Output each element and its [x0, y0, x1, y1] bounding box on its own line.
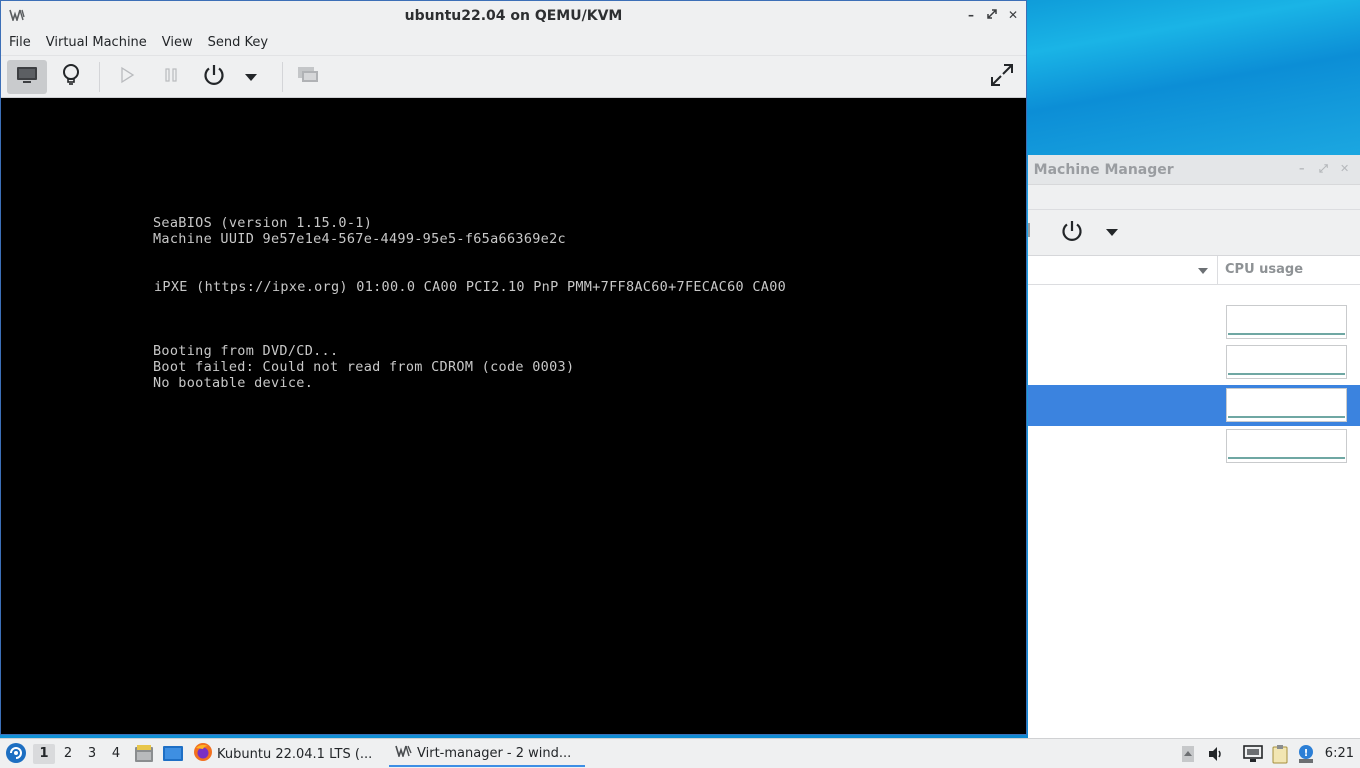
power-icon[interactable] — [1060, 219, 1084, 247]
menu-send-key[interactable]: Send Key — [200, 35, 275, 50]
snapshot-icon — [297, 66, 319, 88]
volume-icon[interactable] — [1206, 744, 1226, 764]
vm-list-header: CPU usage — [1028, 256, 1360, 285]
console-line: iPXE (https://ipxe.org) 01:00.0 CA00 PCI… — [154, 279, 787, 295]
menu-virtual-machine[interactable]: Virtual Machine — [38, 35, 154, 50]
console-line: Booting from DVD/CD... — [153, 343, 339, 359]
power-icon — [202, 63, 226, 91]
vm-manager-toolbar — [1028, 210, 1360, 256]
vm-manager-titlebar[interactable]: l Machine Manager – ⤢ ✕ — [1028, 155, 1360, 185]
vm-row-selected[interactable] — [1028, 385, 1360, 426]
window-title: ubuntu22.04 on QEMU/KVM — [404, 7, 623, 24]
menu-file[interactable]: File — [1, 35, 38, 50]
vm-console-display[interactable]: SeaBIOS (version 1.15.0-1) Machine UUID … — [1, 98, 1026, 734]
window-titlebar[interactable]: ubuntu22.04 on QEMU/KVM – ✕ — [1, 1, 1026, 30]
notifications-icon[interactable]: ! — [1296, 744, 1316, 764]
cpu-usage-graph — [1226, 388, 1347, 422]
fullscreen-button[interactable] — [982, 60, 1022, 94]
file-manager-icon[interactable] — [134, 744, 154, 768]
application-launcher-icon[interactable] — [5, 742, 27, 768]
column-cpu-usage[interactable]: CPU usage — [1217, 256, 1360, 284]
console-button[interactable] — [7, 60, 47, 94]
pause-icon — [164, 67, 178, 87]
vm-manager-window[interactable]: l Machine Manager – ⤢ ✕ CPU usage — [1028, 155, 1360, 738]
tray-expander-icon[interactable] — [1178, 744, 1198, 764]
console-line: No bootable device. — [153, 375, 314, 391]
task-firefox[interactable]: Kubuntu 22.04.1 LTS (... — [193, 741, 372, 767]
workspace-2[interactable]: 2 — [57, 744, 79, 764]
pause-button[interactable] — [151, 60, 191, 94]
minimize-icon[interactable]: – — [962, 6, 980, 24]
workspace-4[interactable]: 4 — [105, 744, 127, 764]
task-virt-manager[interactable]: Virt-manager - 2 wind... — [389, 741, 585, 767]
task-label: Virt-manager - 2 wind... — [417, 745, 572, 761]
play-icon — [119, 66, 135, 88]
vm-manager-menubar — [1028, 185, 1360, 210]
vm-row[interactable] — [1028, 301, 1360, 342]
chevron-down-icon — [245, 73, 257, 81]
fullscreen-icon — [989, 62, 1015, 92]
shutdown-button[interactable] — [194, 60, 234, 94]
close-icon[interactable]: ✕ — [1004, 6, 1022, 24]
task-label: Kubuntu 22.04.1 LTS (... — [217, 746, 373, 762]
show-desktop-icon[interactable] — [162, 744, 184, 768]
vm-row[interactable] — [1028, 342, 1360, 383]
firefox-icon — [193, 742, 213, 766]
close-icon[interactable]: ✕ — [1340, 162, 1349, 175]
console-line: Boot failed: Could not read from CDROM (… — [153, 359, 575, 375]
maximize-icon[interactable]: ⤢ — [1319, 162, 1328, 176]
run-button[interactable] — [107, 60, 147, 94]
virt-manager-icon[interactable] — [9, 9, 25, 23]
taskbar: 1 2 3 4 Kubuntu 22.04.1 LTS (... Virt-ma… — [0, 738, 1360, 768]
cpu-usage-graph — [1226, 429, 1347, 463]
vm-row[interactable] — [1028, 426, 1360, 467]
chevron-down-icon[interactable] — [1106, 229, 1118, 236]
menubar: File Virtual Machine View Send Key — [1, 30, 1026, 56]
sort-dropdown-icon[interactable] — [1198, 268, 1208, 274]
toolbar-separator — [282, 62, 283, 92]
shutdown-menu-button[interactable] — [233, 60, 269, 94]
details-button[interactable] — [51, 60, 91, 94]
maximize-icon[interactable] — [983, 6, 1001, 24]
vm-manager-title: l Machine Manager — [1028, 161, 1174, 178]
svg-text:!: ! — [1304, 748, 1309, 759]
cpu-usage-graph — [1226, 305, 1347, 339]
menu-view[interactable]: View — [154, 35, 200, 50]
monitor-icon — [16, 66, 38, 88]
snapshots-button[interactable] — [288, 60, 328, 94]
console-line: SeaBIOS (version 1.15.0-1) — [153, 215, 373, 231]
cpu-usage-graph — [1226, 345, 1347, 379]
virt-manager-icon — [395, 745, 413, 761]
workspace-1[interactable]: 1 — [33, 744, 55, 764]
workspace-3[interactable]: 3 — [81, 744, 103, 764]
console-line: Machine UUID 9e57e1e4-567e-4499-95e5-f65… — [153, 231, 566, 247]
pause-icon-partial[interactable] — [1028, 223, 1033, 237]
toolbar — [1, 56, 1026, 98]
minimize-icon[interactable]: – — [1299, 162, 1305, 175]
clock[interactable]: 6:21 — [1325, 739, 1354, 768]
lightbulb-icon — [61, 63, 81, 91]
network-icon[interactable] — [1243, 744, 1263, 764]
clipboard-icon[interactable] — [1270, 744, 1290, 764]
vm-console-window[interactable]: ubuntu22.04 on QEMU/KVM – ✕ File Virtual… — [0, 0, 1027, 735]
toolbar-separator — [99, 62, 100, 92]
